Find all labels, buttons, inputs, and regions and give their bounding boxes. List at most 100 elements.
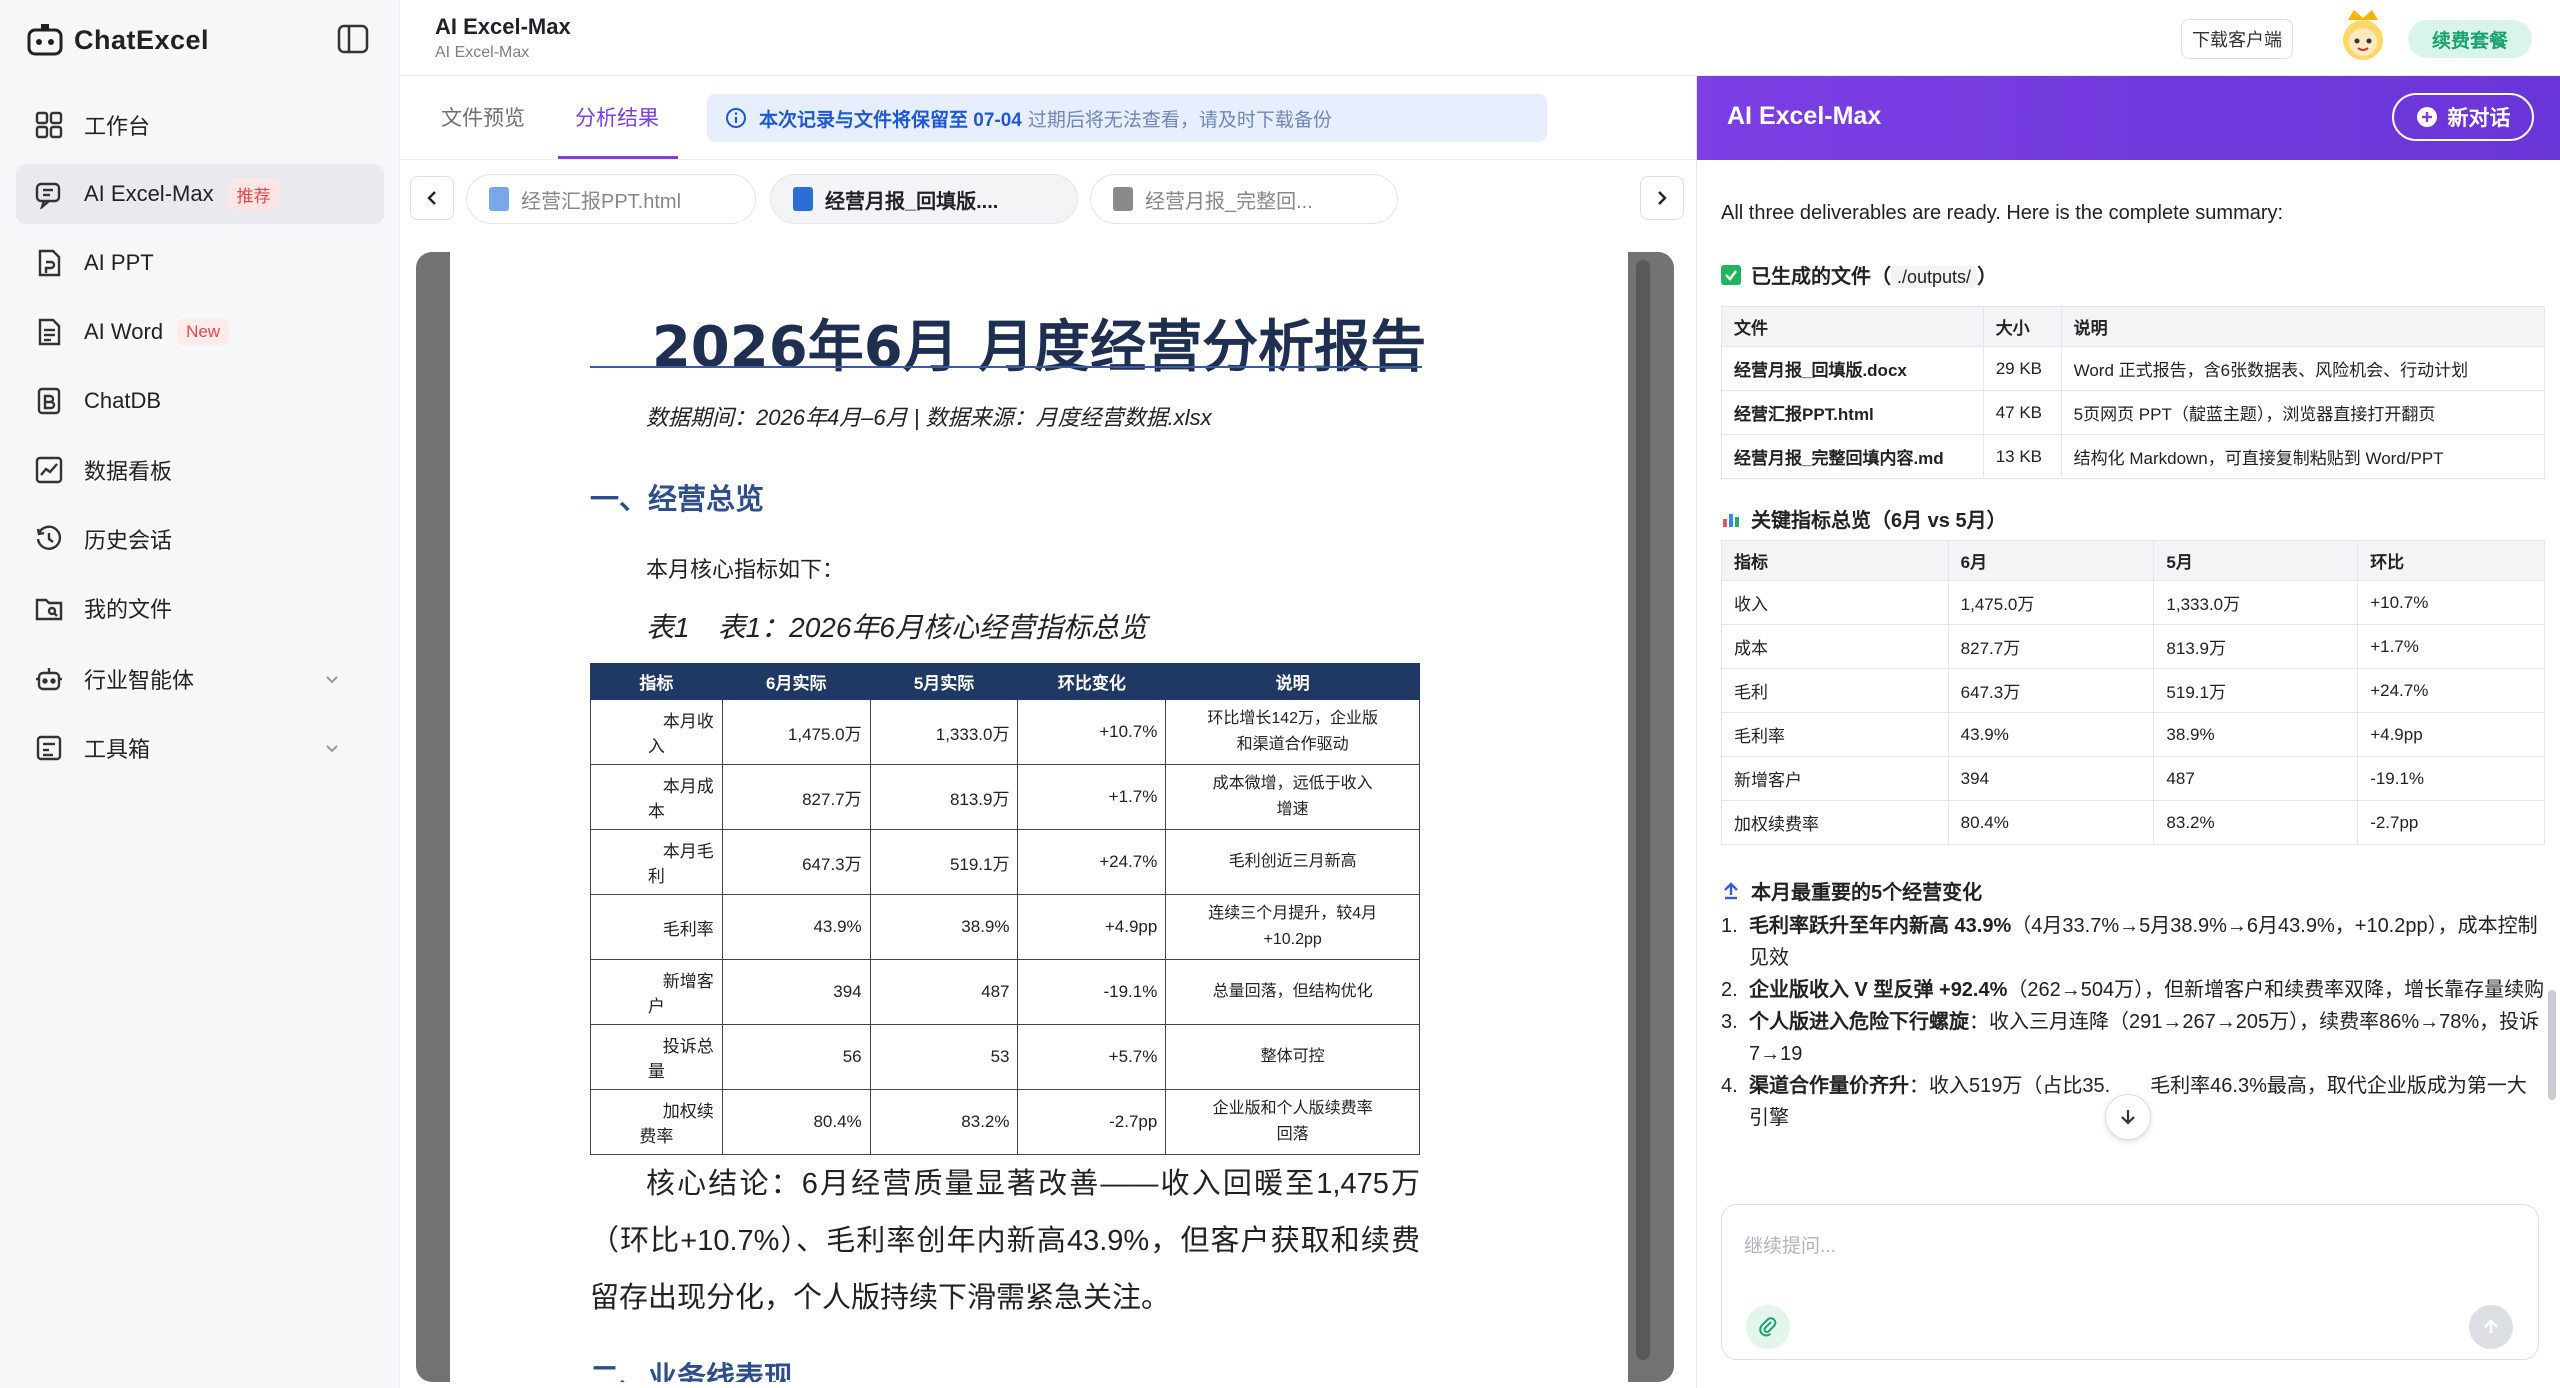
html-file-icon [489,187,509,211]
table-row: 毛利 647.3万 519.1万 +24.7% [1721,668,2545,713]
sidebar-item-label: 行业智能体 [84,668,195,693]
arrow-down-icon [2121,1110,2135,1125]
row-label: 本月毛 [662,842,714,861]
table-header: 说明 [1165,663,1420,700]
sidebar-item-chatdb[interactable]: ChatDB [16,371,384,431]
table-caption: 表1 表1：2026年6月核心经营指标总览 [646,612,1148,643]
list-item: 2. 企业版收入 V 型反弹 +92.4%（262→504万），但新增客户和续费率… [1721,974,2545,1006]
folder-icon [32,591,66,625]
cell-note: 环比增长142万，企业版 [1207,710,1379,727]
download-client-button[interactable]: 下载客户端 [2181,19,2293,59]
sidebar-item-label: 数据看板 [84,459,173,484]
renew-plan-button[interactable]: 续费套餐 [2408,20,2532,58]
attach-button[interactable] [1746,1305,1790,1349]
kpi-cell: 毛利率 [1721,712,1949,757]
file-desc-cell: 结构化 Markdown，可直接复制粘贴到 Word/PPT [2060,434,2546,479]
sidebar-item-ai-ppt[interactable]: AI PPT [16,233,384,293]
cell-may: 83.2% [869,1089,1019,1155]
sidebar-item-workbench[interactable]: 工作台 [16,95,384,155]
table-row: 加权续 费率 80.4% 83.2% -2.7pp 企业版和个人版续费率 回落 [590,1089,1420,1155]
sidebar-item-label: 工具箱 [84,737,151,762]
row-label: 本月收 [662,712,714,731]
cell-note: 回落 [1276,1126,1309,1143]
table-row: 新增客户 394 487 -19.1% [1721,756,2545,801]
table-row: 投诉总量 56 53 +5.7% 整体可控 [590,1024,1420,1090]
page-title: AI Excel-Max [435,14,571,39]
sidebar-collapse-icon[interactable] [336,22,370,56]
bot-icon [32,662,66,696]
table-header: 6月 [1947,540,2155,581]
sidebar-item-my-files[interactable]: 我的文件 [16,578,384,638]
table-row: 经营月报_回填版.docx 29 KB Word 正式报告，含6张数据表、风险机… [1721,346,2546,391]
new-chat-button[interactable]: 新对话 [2392,93,2534,141]
file-tab-active[interactable]: 经营月报_回填版.... [770,174,1078,224]
chat-input-placeholder[interactable]: 继续提问... [1744,1231,1836,1258]
sidebar-item-industry-agents[interactable]: 行业智能体 [16,649,384,709]
table-header: 环比 [2357,540,2545,581]
table-header: 说明 [2060,306,2546,347]
next-file-button[interactable] [1640,176,1684,220]
list-number: 2. [1721,979,1738,1001]
logo[interactable]: ChatExcel [26,20,209,60]
file-tab[interactable]: 经营月报_完整回... [1090,174,1398,224]
md-file-icon [1113,187,1133,211]
sidebar-item-label: 工作台 [84,114,151,139]
tab-file-preview[interactable]: 文件预览 [441,102,525,132]
cell-jun: 394 [721,959,871,1025]
prev-file-button[interactable] [410,176,454,220]
kpi-cell: 加权续费率 [1721,800,1949,845]
sidebar-item-ai-word[interactable]: AI Word New [16,302,384,362]
kpi-cell: 毛利 [1721,668,1949,713]
file-tab[interactable]: 经营汇报PPT.html [466,174,756,224]
sidebar-item-ai-excel-max[interactable]: AI Excel-Max 推荐 [16,164,384,224]
chat-scrollbar[interactable] [2548,990,2556,1100]
row-label: 费率 [639,1127,674,1146]
file-name-cell: 经营月报_回填版.docx [1721,346,1984,391]
chat-messages[interactable]: All three deliverables are ready. Here i… [1697,160,2560,1212]
kpi-cell: 813.9万 [2153,624,2359,669]
kpi-cell: 1,333.0万 [2153,580,2359,625]
database-icon [32,384,66,418]
cell-change: +10.7% [1017,699,1167,765]
files-table: 文件 大小 说明 经营月报_回填版.docx 29 KB Word 正式报告，含… [1721,306,2546,479]
chevron-down-icon [326,676,338,684]
upload-arrow-icon [1724,881,1738,899]
list-item-bold: 个人版进入危险下行螺旋 [1749,1011,1969,1033]
file-size-cell: 47 KB [1982,390,2062,435]
sidebar-item-dashboard[interactable]: 数据看板 [16,440,384,500]
table-header: 5月 [2153,540,2359,581]
new-badge: New [177,319,230,345]
sidebar-item-history[interactable]: 历史会话 [16,509,384,569]
tab-analysis-results[interactable]: 分析结果 [575,102,659,132]
sidebar-item-toolbox[interactable]: 工具箱 [16,718,384,778]
avatar[interactable] [2336,6,2390,64]
sidebar-item-label: AI PPT [84,250,154,275]
document-scrollbar[interactable] [1636,260,1650,1360]
chevron-right-icon [1658,191,1667,205]
kpi-cell: 487 [2153,756,2359,801]
kpi-cell: 收入 [1721,580,1949,625]
chat-input-box[interactable]: 继续提问... [1721,1204,2539,1360]
table-header: 环比变化 [1017,663,1167,700]
sidebar: ChatExcel 工作台 AI Excel-Max 推荐 AI PPT AI … [0,0,400,1388]
row-label: 本月成 [662,777,714,796]
row-label: 户 [647,997,665,1016]
scroll-to-bottom-button[interactable] [2105,1094,2151,1140]
cell-jun: 647.3万 [721,829,871,895]
chat-panel: AI Excel-Max 新对话 All three deliverables … [1696,76,2560,1388]
cell-note: 企业版和个人版续费率 [1212,1100,1373,1117]
document-viewer[interactable]: 2026年6月 月度经营分析报告 数据期间：2026年4月–6月 | 数据来源：… [416,252,1674,1382]
toolbox-icon [32,731,66,765]
word-doc-icon [32,315,66,349]
cell-may: 813.9万 [869,764,1019,830]
table-header: 指标 [1721,540,1949,581]
send-button[interactable] [2469,1305,2513,1349]
file-tab-label: 经营月报_完整回... [1145,190,1313,213]
row-label: 入 [647,737,665,756]
sidebar-item-label: 历史会话 [84,528,173,553]
table-row: 经营月报_完整回填内容.md 13 KB 结构化 Markdown，可直接复制粘… [1721,434,2546,479]
file-tab-label: 经营月报_回填版.... [825,190,999,213]
top-bar: AI Excel-Max AI Excel-Max 下载客户端 续费套餐 [400,0,2560,76]
files-heading: 已生成的文件（ ./outputs/） [1721,260,1997,289]
kpi-cell: 80.4% [1947,800,2155,845]
